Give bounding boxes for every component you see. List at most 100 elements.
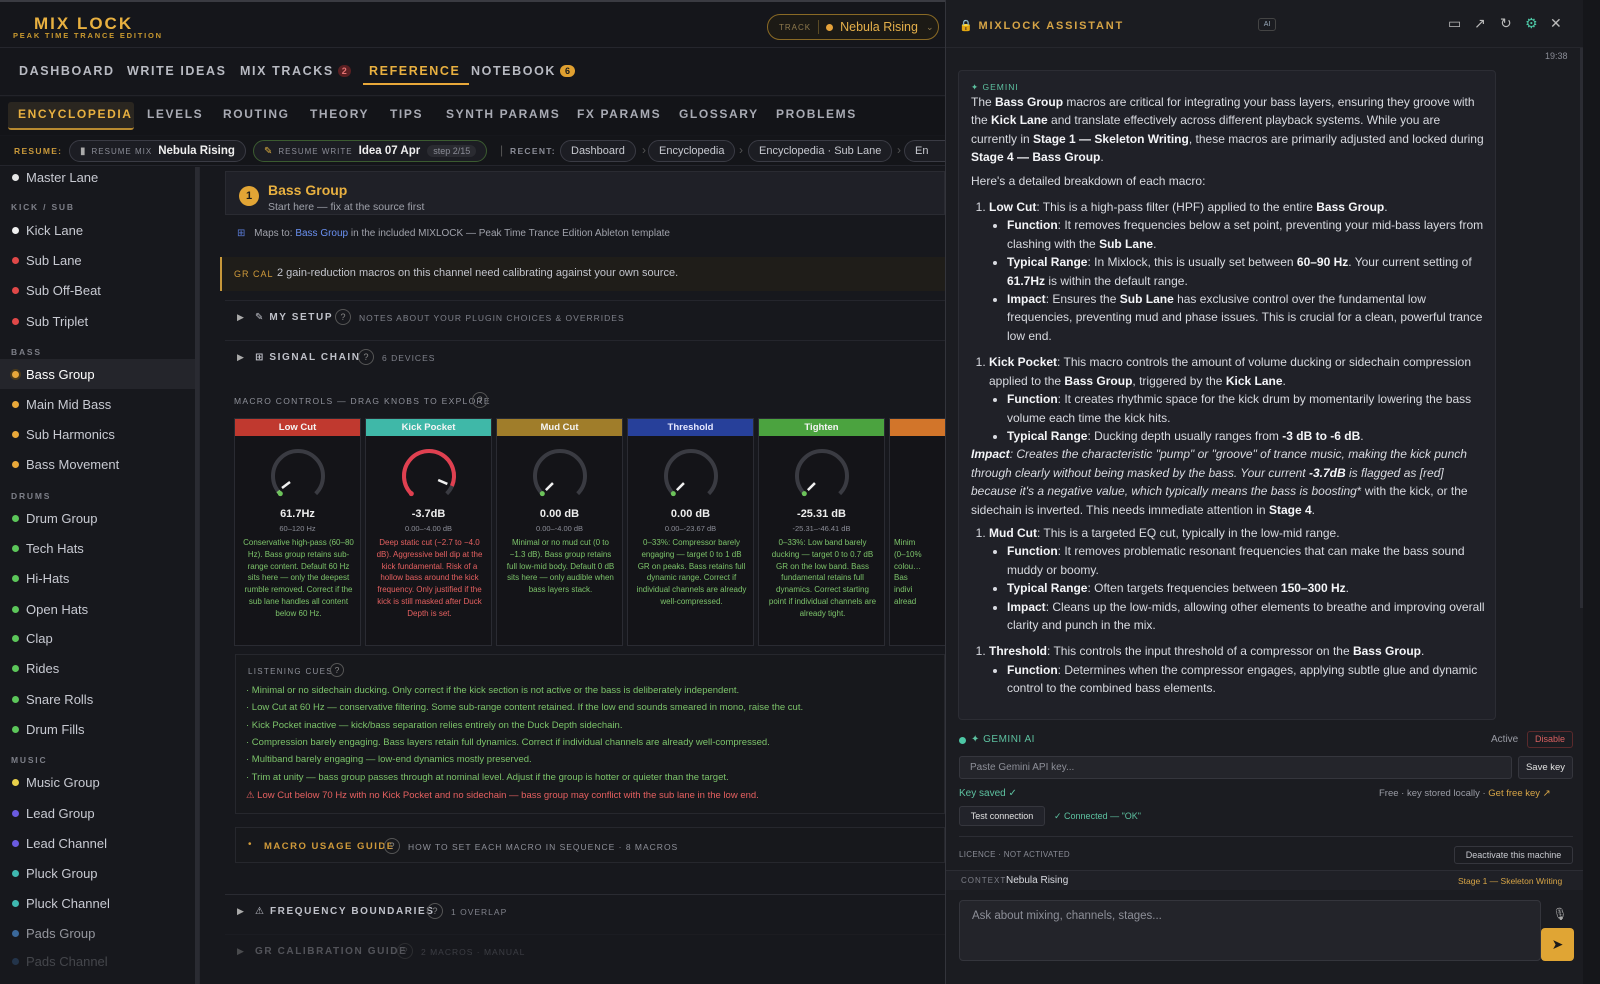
- sidebar-item-pads-group[interactable]: Pads Group: [0, 918, 195, 948]
- macro-knob-card[interactable]: Threshold 0.00 dB 0.00–-23.67 dB 0–33%: Com…: [627, 418, 754, 646]
- sidebar-item-label: Sub Harmonics: [26, 426, 115, 442]
- macro-knob-card[interactable]: Minim (0–10% colou… Bas indivi alread: [889, 418, 945, 646]
- sidebar-item-clap[interactable]: Clap: [0, 623, 195, 653]
- nav-dashboard[interactable]: DASHBOARD: [19, 64, 115, 78]
- nav-mix-tracks[interactable]: MIX TRACKS 2: [240, 64, 351, 78]
- help-icon[interactable]: ?: [427, 903, 443, 919]
- sidebar-item-master-lane[interactable]: Master Lane: [0, 167, 195, 192]
- sidebar-item-label: Bass Movement: [26, 456, 120, 472]
- knob-icon[interactable]: [396, 444, 462, 504]
- sidebar-item-label: Sub Lane: [26, 252, 82, 268]
- frequency-boundaries-accordion[interactable]: ▶ ⚠ FREQUENCY BOUNDARIES ? 1 OVERLAP: [225, 894, 945, 928]
- recent-encyclopedia-truncated[interactable]: En: [904, 140, 945, 162]
- help-icon[interactable]: ?: [472, 392, 488, 408]
- nav-reference[interactable]: REFERENCE: [369, 64, 461, 78]
- subtab-encyclopedia[interactable]: ENCYCLOPEDIA: [18, 107, 133, 121]
- deactivate-machine-button[interactable]: Deactivate this machine: [1454, 846, 1573, 864]
- sidebar-item-pluck-group[interactable]: Pluck Group: [0, 858, 195, 888]
- my-setup-accordion[interactable]: ▶ ✎ MY SETUP ? NOTES ABOUT YOUR PLUGIN C…: [225, 300, 945, 334]
- help-icon[interactable]: ?: [397, 943, 413, 959]
- knob-icon[interactable]: [789, 444, 855, 504]
- help-icon[interactable]: ?: [384, 838, 400, 854]
- channel-title: Bass Group: [268, 182, 348, 198]
- sidebar-item-bass-group[interactable]: Bass Group: [0, 359, 195, 389]
- expand-icon[interactable]: ↗: [1474, 15, 1486, 32]
- sidebar-item-label: Drum Fills: [26, 721, 85, 737]
- save-key-button[interactable]: Save key: [1518, 756, 1573, 779]
- status-dot: [12, 370, 19, 378]
- cue-item: · Compression barely engaging. Bass laye…: [246, 737, 770, 748]
- sidebar-item-main-mid-bass[interactable]: Main Mid Bass: [0, 389, 195, 419]
- help-icon[interactable]: ?: [358, 349, 374, 365]
- macro-knob-card[interactable]: Tighten -25.31 dB -25.31–-46.41 dB 0–33%: L…: [758, 418, 885, 646]
- recent-dashboard[interactable]: Dashboard: [560, 140, 636, 162]
- api-key-input[interactable]: [959, 756, 1512, 779]
- macro-knob-card[interactable]: Low Cut 61.7Hz 60–120 Hz Conservative high-…: [234, 418, 361, 646]
- get-free-key-link[interactable]: Get free key ↗: [1488, 788, 1550, 799]
- nav-notebook[interactable]: NOTEBOOK 6: [471, 64, 576, 78]
- subtab-synth-params[interactable]: SYNTH PARAMS: [446, 107, 560, 121]
- sidebar-item-label: Sub Triplet: [26, 313, 89, 329]
- knob-icon[interactable]: [527, 444, 593, 504]
- sidebar-item-tech-hats[interactable]: Tech Hats: [0, 533, 195, 563]
- sidebar-item-sub-triplet[interactable]: Sub Triplet: [0, 306, 195, 336]
- knob-icon[interactable]: [265, 444, 331, 504]
- context-bar: CONTEXT Nebula Rising Stage 1 — Skeleton…: [946, 870, 1584, 890]
- frequency-boundaries-note: 1 OVERLAP: [451, 907, 508, 917]
- sidebar-item-snare-rolls[interactable]: Snare Rolls: [0, 684, 195, 714]
- close-icon[interactable]: ✕: [1550, 15, 1562, 32]
- track-selector[interactable]: TRACK Nebula Rising ⌄: [767, 14, 939, 40]
- book-icon[interactable]: ▭: [1448, 15, 1461, 32]
- macro-controls-heading: MACRO CONTROLS — DRAG KNOBS TO EXPLORE: [234, 396, 491, 406]
- message-timestamp: 19:38: [1545, 51, 1568, 61]
- maps-to-link[interactable]: Bass Group: [295, 228, 348, 239]
- help-icon[interactable]: ?: [330, 663, 344, 677]
- recent-encyclopedia-sub-lane[interactable]: Encyclopedia · Sub Lane: [748, 140, 893, 162]
- sidebar-item-open-hats[interactable]: Open Hats: [0, 594, 195, 624]
- macro-range: 0.00–-4.00 dB: [404, 524, 453, 533]
- subtab-levels[interactable]: LEVELS: [147, 107, 203, 121]
- sidebar-item-pluck-channel[interactable]: Pluck Channel: [0, 888, 195, 918]
- test-connection-button[interactable]: Test connection: [959, 806, 1045, 826]
- knob-icon[interactable]: [658, 444, 724, 504]
- gr-calibration-guide-accordion[interactable]: ▶ GR CALIBRATION GUIDE ? 2 MACROS · MANU…: [225, 934, 945, 968]
- resume-write-button[interactable]: ✎ RESUME WRITE Idea 07 Apr step 2/15: [253, 140, 488, 162]
- sidebar-item-kick-lane[interactable]: Kick Lane: [0, 215, 195, 245]
- disable-button[interactable]: Disable: [1527, 731, 1573, 748]
- sidebar-item-sub-harmonics[interactable]: Sub Harmonics: [0, 419, 195, 449]
- sidebar-item-rides[interactable]: Rides: [0, 653, 195, 683]
- refresh-icon[interactable]: ↻: [1500, 15, 1512, 32]
- resume-write-tag: RESUME WRITE: [278, 146, 353, 156]
- subtab-glossary[interactable]: GLOSSARY: [679, 107, 759, 121]
- recent-encyclopedia[interactable]: Encyclopedia: [648, 140, 736, 162]
- signal-chain-accordion[interactable]: ▶ ⊞ SIGNAL CHAIN ? 6 DEVICES: [225, 340, 945, 374]
- chat-input[interactable]: [959, 900, 1541, 961]
- macro-knob-card[interactable]: Kick Pocket -3.7dB 0.00–-4.00 dB Deep stati…: [365, 418, 492, 646]
- subtab-fx-params[interactable]: FX PARAMS: [577, 107, 661, 121]
- help-icon[interactable]: ?: [335, 309, 351, 325]
- sidebar-item-lead-channel[interactable]: Lead Channel: [0, 828, 195, 858]
- macro-knob-card[interactable]: Mud Cut 0.00 dB 0.00–-4.00 dB Minimal or no…: [496, 418, 623, 646]
- settings-icon[interactable]: ⚙: [1525, 15, 1538, 32]
- macro-description: Minim (0–10% colou… Bas indivi alread: [894, 538, 922, 606]
- caret-right-icon: ▶: [237, 312, 244, 322]
- sidebar-item-music-group[interactable]: Music Group: [0, 767, 195, 797]
- sidebar-item-label: Pads Group: [26, 925, 96, 941]
- resume-mix-button[interactable]: ▮ RESUME MIX Nebula Rising: [69, 140, 246, 162]
- subtab-routing[interactable]: ROUTING: [223, 107, 290, 121]
- macro-usage-guide-accordion[interactable]: • MACRO USAGE GUIDE ? HOW TO SET EACH MA…: [235, 827, 945, 863]
- subtab-tips[interactable]: TIPS: [390, 107, 423, 121]
- send-button[interactable]: ➤: [1541, 928, 1574, 961]
- sidebar-item-sub-off-beat[interactable]: Sub Off-Beat: [0, 275, 195, 305]
- sidebar-item-bass-movement[interactable]: Bass Movement: [0, 449, 195, 479]
- microphone-icon[interactable]: 🎙: [1547, 902, 1573, 926]
- subtab-theory[interactable]: THEORY: [310, 107, 369, 121]
- sidebar-item-drum-group[interactable]: Drum Group: [0, 503, 195, 533]
- sidebar-item-sub-lane[interactable]: Sub Lane: [0, 245, 195, 275]
- subtab-problems[interactable]: PROBLEMS: [776, 107, 857, 121]
- nav-write-ideas[interactable]: WRITE IDEAS: [127, 64, 227, 78]
- sidebar-item-drum-fills[interactable]: Drum Fills: [0, 714, 195, 744]
- sidebar-item-hi-hats[interactable]: Hi-Hats: [0, 563, 195, 593]
- sidebar-item-pads-channel[interactable]: Pads Channel: [0, 946, 195, 976]
- sidebar-item-lead-group[interactable]: Lead Group: [0, 798, 195, 828]
